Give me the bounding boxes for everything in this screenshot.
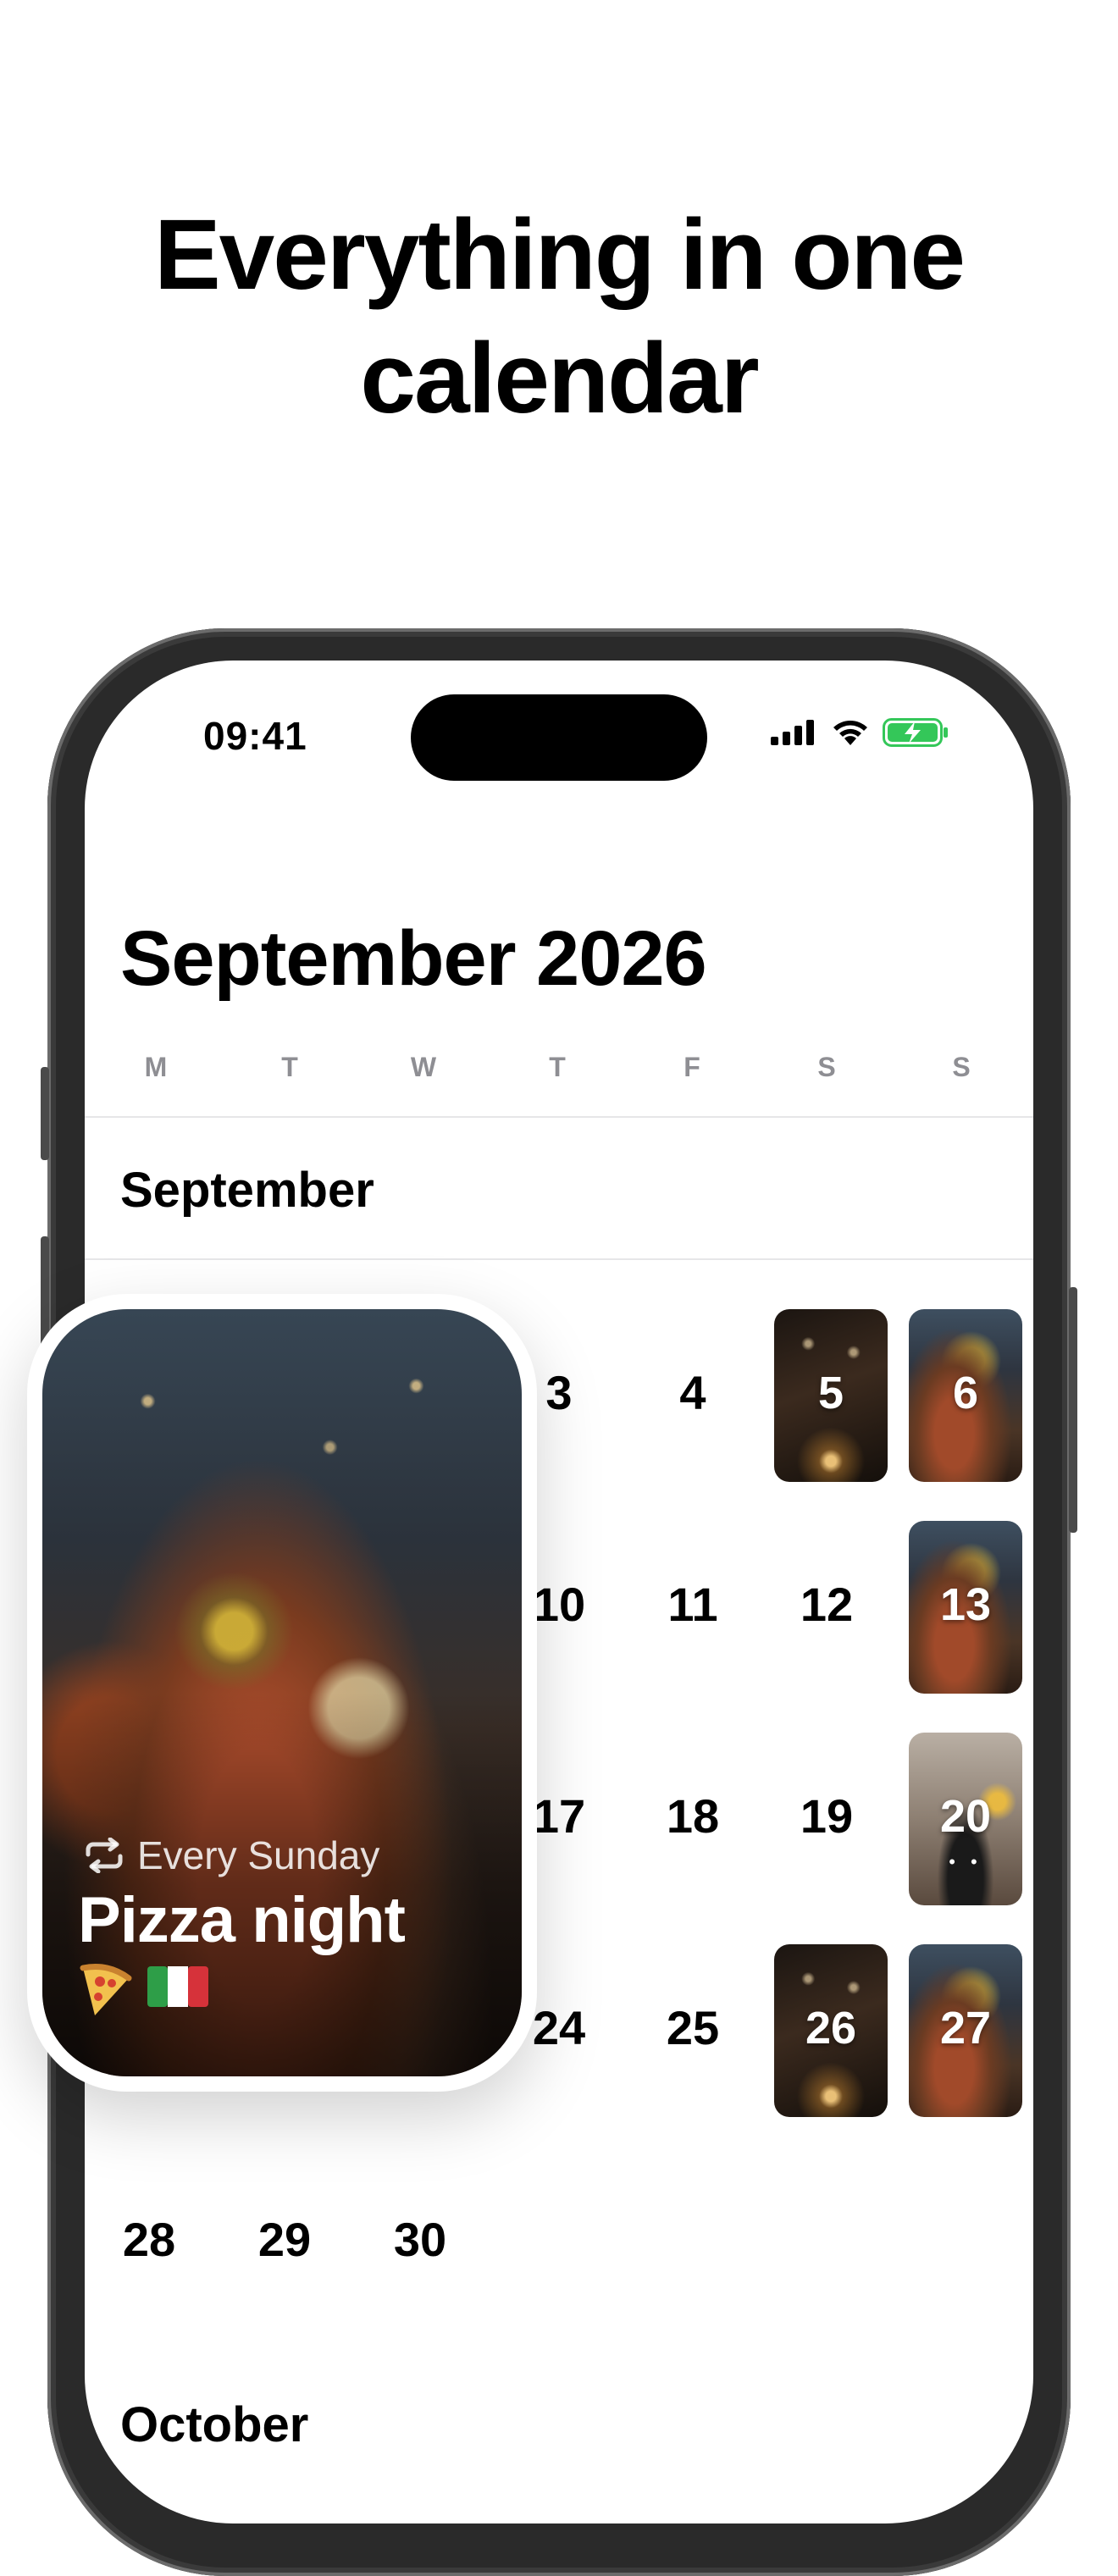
calendar-day-photo[interactable]: 13 — [909, 1521, 1022, 1694]
battery-charging-icon — [883, 718, 948, 747]
headline-line-1: Everything in one — [153, 199, 966, 311]
phone-power-button — [1069, 1287, 1077, 1533]
pizza-icon — [80, 1964, 132, 2015]
calendar-day[interactable]: 25 — [634, 2000, 752, 2055]
calendar-day[interactable]: 30 — [361, 2212, 479, 2267]
weekday-header: M T W T F S S — [85, 1052, 1033, 1086]
repeat-icon — [86, 1838, 123, 1873]
weekday-fri: F — [684, 1052, 700, 1082]
calendar-day[interactable]: 28 — [90, 2212, 208, 2267]
weekday-sat: S — [817, 1052, 836, 1082]
calendar-day-photo[interactable]: 27 — [909, 1944, 1022, 2117]
calendar-day-number: 20 — [939, 1791, 992, 1842]
weekday-wed: W — [410, 1052, 437, 1082]
calendar-day[interactable]: 11 — [634, 1577, 752, 1632]
section-label-october: October — [120, 2397, 309, 2452]
calendar-day-number: 5 — [817, 1368, 844, 1418]
event-card[interactable]: Every Sunday Pizza night — [27, 1294, 537, 2092]
event-card-photo: Every Sunday Pizza night — [42, 1309, 522, 2076]
calendar-day-number: 13 — [939, 1579, 992, 1630]
phone-action-button — [41, 1067, 49, 1160]
status-icons — [771, 718, 949, 747]
event-indicator-dots: • • — [949, 1851, 982, 1872]
section-label-september: September — [120, 1163, 374, 1218]
header-divider — [85, 1116, 1033, 1118]
weekday-mon: M — [144, 1052, 168, 1082]
calendar-day[interactable]: 18 — [634, 1788, 752, 1844]
calendar-day-photo[interactable]: 20 • • — [909, 1733, 1022, 1905]
event-recurrence-label: Every Sunday — [137, 1833, 380, 1877]
section-divider — [85, 1258, 1033, 1260]
month-title: September 2026 — [120, 915, 707, 1002]
calendar-day-photo[interactable]: 26 — [774, 1944, 888, 2117]
weekday-tue: T — [281, 1052, 298, 1082]
italy-flag-icon — [147, 1966, 208, 2007]
weekday-sun: S — [952, 1052, 971, 1082]
wifi-icon — [833, 721, 867, 745]
event-title: Pizza night — [78, 1884, 406, 1956]
calendar-day-photo[interactable]: 5 — [774, 1309, 888, 1482]
calendar-day-number: 6 — [952, 1368, 979, 1418]
calendar-day[interactable]: 19 — [767, 1788, 886, 1844]
calendar-day[interactable]: 29 — [225, 2212, 344, 2267]
dynamic-island — [411, 694, 707, 781]
calendar-day-number: 26 — [805, 2003, 857, 2054]
calendar-day-photo[interactable]: 6 — [909, 1309, 1022, 1482]
event-emoji-row — [78, 1963, 210, 2019]
calendar-day[interactable]: 12 — [767, 1577, 886, 1632]
event-card-gradient — [42, 1309, 522, 2076]
headline: Everything in one calendar — [0, 193, 1118, 440]
cellular-signal-icon — [771, 720, 814, 745]
event-recurrence: Every Sunday — [83, 1832, 379, 1878]
weekday-thu: T — [549, 1052, 566, 1082]
status-time: 09:41 — [203, 714, 307, 758]
headline-line-2: calendar — [360, 323, 759, 434]
calendar-day[interactable]: 4 — [634, 1365, 752, 1420]
calendar-day-number: 27 — [939, 2003, 992, 2054]
